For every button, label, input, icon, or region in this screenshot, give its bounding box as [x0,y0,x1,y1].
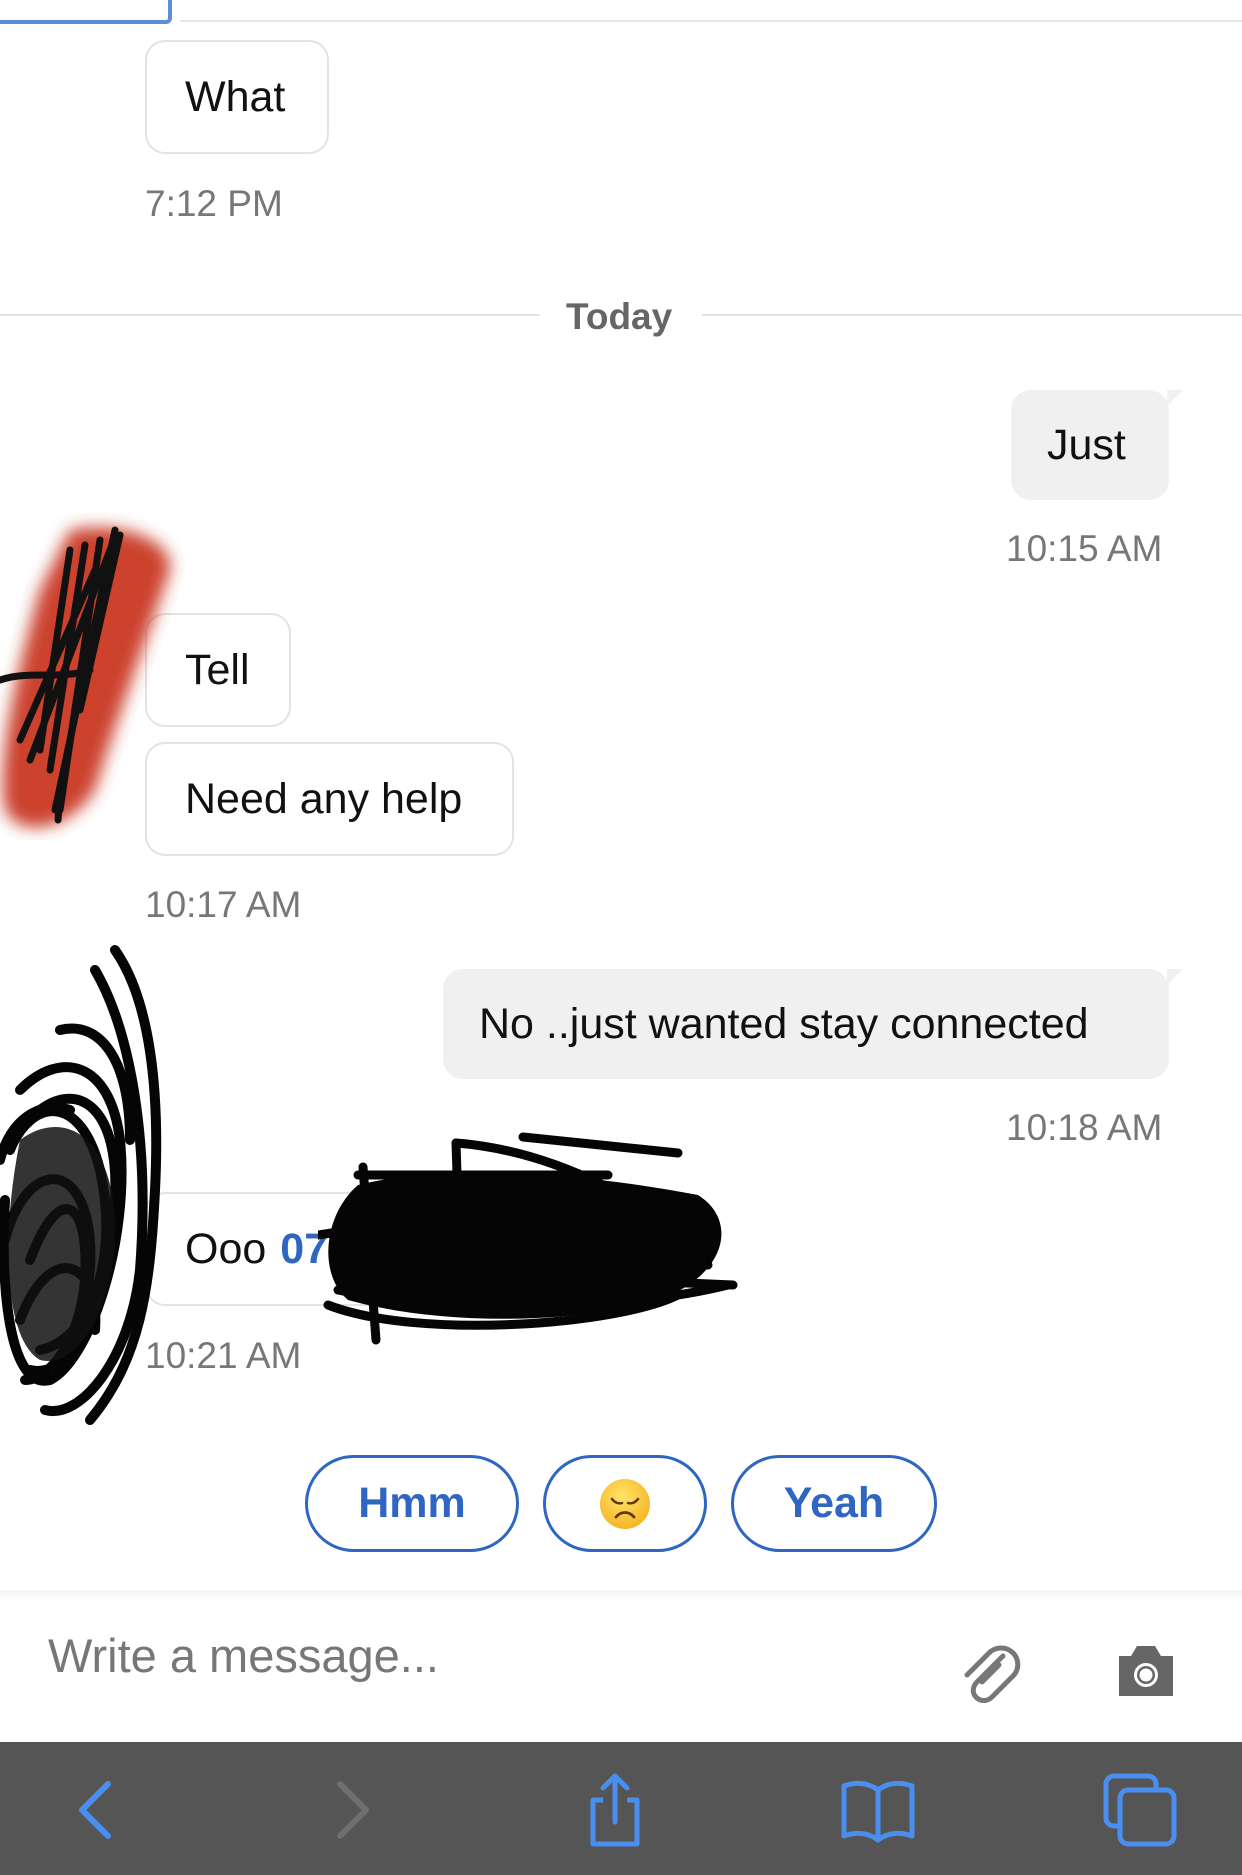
message-text: What [185,72,286,121]
message-bubble-incoming[interactable]: Tell [145,613,291,727]
message-timestamp: 7:12 PM [145,183,283,224]
top-card-fragment [0,0,172,24]
message-text: Ooo [185,1224,267,1273]
top-divider [180,20,1242,22]
message-bubble-outgoing[interactable]: Just [1011,390,1183,500]
day-divider-line-left [0,314,540,316]
bookmarks-book-icon[interactable] [838,1770,918,1850]
camera-icon[interactable] [1113,1640,1179,1702]
message-text: Just [1047,420,1126,469]
message-timestamp: 10:18 AM [1006,1107,1163,1148]
back-chevron-icon[interactable] [58,1770,138,1850]
share-icon[interactable] [575,1770,655,1850]
quick-reply-label: Hmm [358,1479,466,1527]
day-divider-label: Today [566,296,673,337]
phone-number-link[interactable]: 07 [280,1227,328,1271]
message-bubble-outgoing[interactable]: No ..just wanted stay connected [443,969,1183,1079]
message-text: No ..just wanted stay connected [479,999,1089,1048]
tabs-icon[interactable] [1100,1770,1180,1850]
message-bubble-incoming[interactable]: Ooo 07 [145,1192,585,1306]
message-text: Tell [185,645,250,694]
message-bubble-incoming[interactable]: Need any help [145,742,514,856]
disappointed-face-icon [600,1478,650,1529]
paperclip-icon[interactable] [955,1638,1025,1708]
message-input[interactable] [48,1625,908,1685]
quick-reply-label: Yeah [783,1479,885,1527]
forward-chevron-icon[interactable] [310,1770,390,1850]
quick-reply-hmm[interactable]: Hmm [305,1455,519,1552]
message-timestamp: 10:21 AM [145,1335,302,1376]
message-timestamp: 10:17 AM [145,884,302,925]
quick-reply-yeah[interactable]: Yeah [731,1455,937,1552]
message-timestamp: 10:15 AM [1006,528,1163,569]
message-bubble-incoming[interactable]: What [145,40,329,154]
messaging-screen: What 7:12 PM Today Just 10:15 AM Tell Ne… [0,0,1242,1875]
message-text: Need any help [185,774,463,823]
day-divider-line-right [702,314,1242,316]
quick-reply-disappointed-emoji[interactable] [543,1455,707,1552]
